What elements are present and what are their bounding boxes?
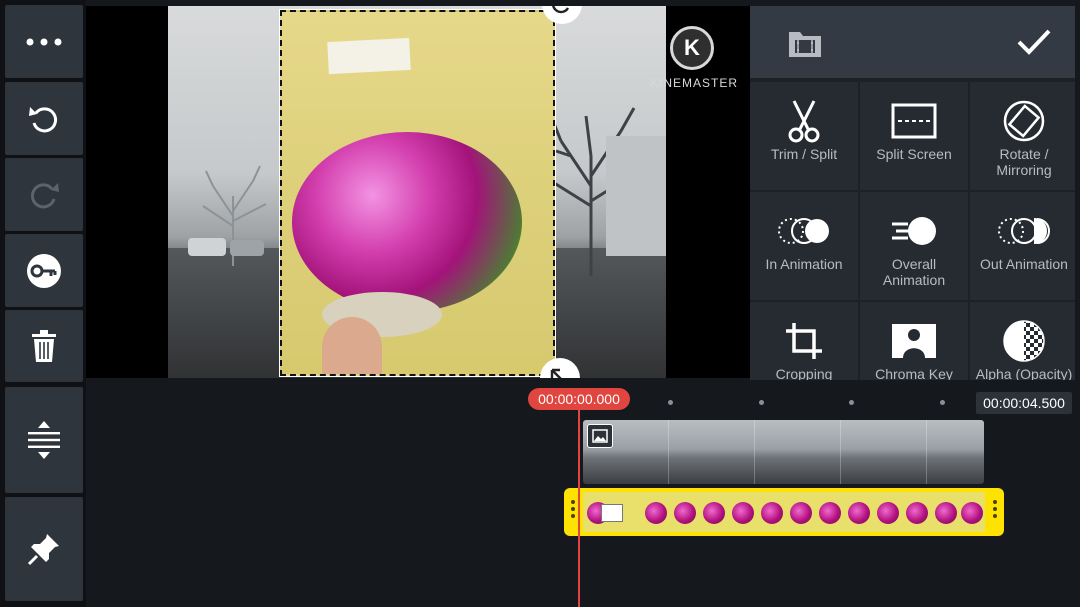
layer-thumbnails bbox=[583, 492, 985, 532]
ellipsis-icon bbox=[26, 38, 62, 45]
film-folder-icon[interactable] bbox=[788, 28, 822, 58]
redo-icon bbox=[30, 182, 59, 208]
layer-thumbnail bbox=[848, 502, 870, 524]
timeline[interactable]: 00:00:04.500 00:00:00.000 bbox=[86, 380, 1080, 607]
tool-label: In Animation bbox=[765, 256, 843, 272]
frame-divider bbox=[840, 420, 841, 484]
pin-button[interactable] bbox=[5, 497, 83, 601]
pin-icon bbox=[27, 534, 59, 566]
layer-thumbnail bbox=[906, 502, 928, 524]
chroma-key-icon bbox=[892, 324, 936, 358]
rotate-handle-icon bbox=[552, 6, 570, 14]
car-image bbox=[230, 240, 264, 256]
tool-label: Chroma Key bbox=[875, 366, 953, 380]
selected-image-layer[interactable] bbox=[279, 9, 556, 377]
key-icon bbox=[27, 253, 61, 288]
layer-thumbnail bbox=[703, 502, 725, 524]
layer-thumbnail bbox=[674, 502, 696, 524]
trash-icon bbox=[32, 330, 56, 362]
tool-label: Rotate / Mirroring bbox=[996, 146, 1052, 178]
tool-label: Trim / Split bbox=[770, 146, 838, 162]
layer-thumbnail bbox=[732, 502, 754, 524]
trim-split-button[interactable]: Trim / Split bbox=[750, 82, 858, 190]
playhead[interactable] bbox=[578, 408, 580, 607]
watermark-text: KINEMASTER bbox=[650, 76, 739, 90]
timeline-expand-button[interactable] bbox=[5, 387, 83, 493]
more-button[interactable] bbox=[5, 5, 83, 78]
building-image bbox=[606, 136, 666, 256]
resize-handle[interactable] bbox=[540, 358, 580, 378]
current-time-label: 00:00:00.000 bbox=[528, 388, 630, 410]
scissors-icon bbox=[788, 100, 820, 143]
resize-handle-icon bbox=[550, 368, 562, 378]
alpha-icon bbox=[1003, 320, 1045, 362]
layer-thumbnail bbox=[761, 502, 783, 524]
flower-bouquet-image bbox=[292, 132, 522, 312]
tool-label: Out Animation bbox=[980, 256, 1068, 272]
layer-thumbnail bbox=[790, 502, 812, 524]
video-preview[interactable]: K KINEMASTER bbox=[86, 6, 750, 378]
card-image bbox=[327, 37, 411, 75]
layer-thumbnail bbox=[935, 502, 957, 524]
left-trim-handle[interactable] bbox=[571, 500, 575, 521]
crop-icon bbox=[786, 323, 822, 359]
tool-label: Overall Animation bbox=[882, 256, 946, 288]
rotate-icon bbox=[1003, 100, 1045, 142]
alpha-opacity-button[interactable]: Alpha (Opacity) bbox=[970, 302, 1075, 380]
expand-vertical-icon bbox=[28, 421, 60, 459]
video-clip[interactable] bbox=[583, 420, 984, 484]
out-animation-button[interactable]: Out Animation bbox=[970, 192, 1075, 300]
image-clip-icon bbox=[587, 424, 613, 448]
split-screen-icon bbox=[891, 103, 937, 139]
ruler-tick bbox=[940, 400, 945, 405]
tool-label: Alpha (Opacity) bbox=[975, 366, 1073, 380]
cropping-button[interactable]: Cropping bbox=[750, 302, 858, 380]
layer-thumbnail bbox=[877, 502, 899, 524]
delete-button[interactable] bbox=[5, 310, 83, 382]
kinemaster-watermark: K KINEMASTER bbox=[650, 24, 739, 94]
layer-thumbnail bbox=[961, 502, 983, 524]
kinemaster-logo: K bbox=[670, 26, 714, 70]
layer-thumbnail bbox=[819, 502, 841, 524]
frame-divider bbox=[926, 420, 927, 484]
end-time-label: 00:00:04.500 bbox=[976, 392, 1072, 414]
in-animation-icon bbox=[778, 218, 829, 244]
in-animation-button[interactable]: In Animation bbox=[750, 192, 858, 300]
rotate-mirroring-button[interactable]: Rotate / Mirroring bbox=[970, 82, 1075, 190]
layer-image-icon bbox=[601, 504, 623, 522]
redo-button[interactable] bbox=[5, 158, 83, 231]
car-image bbox=[188, 238, 226, 256]
hand-image bbox=[322, 317, 382, 374]
ruler-tick bbox=[849, 400, 854, 405]
undo-button[interactable] bbox=[5, 82, 83, 155]
out-animation-icon bbox=[998, 218, 1050, 244]
keyframe-button[interactable] bbox=[5, 234, 83, 307]
rotate-handle[interactable] bbox=[542, 6, 582, 24]
frame-divider bbox=[754, 420, 755, 484]
layer-thumbnail bbox=[645, 502, 667, 524]
ruler-tick bbox=[668, 400, 673, 405]
tool-label: Split Screen bbox=[876, 146, 952, 162]
panel-header bbox=[750, 6, 1075, 78]
chroma-key-button[interactable]: Chroma Key bbox=[860, 302, 968, 380]
ruler-tick bbox=[759, 400, 764, 405]
left-toolbar bbox=[0, 0, 86, 607]
image-layer-clip[interactable] bbox=[564, 488, 1004, 536]
checkmark-icon[interactable] bbox=[1016, 28, 1052, 56]
split-screen-button[interactable]: Split Screen bbox=[860, 82, 968, 190]
undo-icon bbox=[29, 106, 58, 132]
edit-options-panel: Trim / Split Split Screen Rotate / Mirro… bbox=[750, 6, 1075, 380]
tool-label: Cropping bbox=[775, 366, 833, 380]
kinemaster-editor: K KINEMASTER Trim / Split Split Screen R… bbox=[0, 0, 1080, 607]
frame-divider bbox=[668, 420, 669, 484]
right-trim-handle[interactable] bbox=[993, 500, 997, 521]
overall-animation-icon bbox=[892, 217, 936, 245]
overall-animation-button[interactable]: Overall Animation bbox=[860, 192, 968, 300]
